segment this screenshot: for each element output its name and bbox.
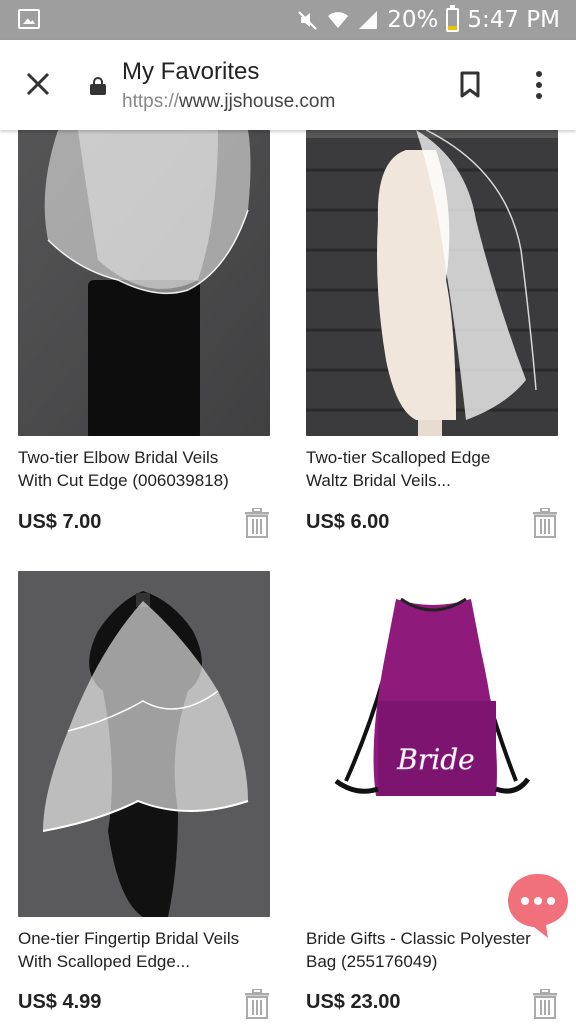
trash-icon[interactable]: [532, 989, 558, 1019]
product-image-two-tier-scalloped-veil[interactable]: [306, 130, 558, 436]
bookmark-icon[interactable]: [459, 71, 481, 98]
mute-icon: [298, 11, 317, 30]
product-price: US$ 4.99: [18, 991, 102, 1013]
battery-icon: [446, 5, 460, 32]
url-host: www.jjshouse.com: [179, 91, 336, 112]
product-name-line2: With Scalloped Edge...: [18, 952, 190, 971]
trash-icon[interactable]: [532, 508, 558, 538]
clock: 5:47 PM: [467, 7, 560, 33]
product-name-line1: Two-tier Scalloped Edge: [306, 448, 491, 467]
product-image-one-tier-fingertip-veil[interactable]: [18, 571, 270, 917]
custom-tab-toolbar: My Favorites https://www.jjshouse.com: [0, 40, 576, 130]
url-scheme: https://: [122, 91, 180, 112]
product-name-line2: With Cut Edge (006039818): [18, 471, 229, 490]
product-name[interactable]: Two-tier Scalloped Edge Waltz Bridal Vei…: [306, 446, 558, 492]
product-image-bride-bag[interactable]: Bride: [306, 571, 558, 917]
product-image-two-tier-elbow-veil[interactable]: [18, 130, 270, 436]
status-bar: 20% 5:47 PM: [0, 0, 576, 40]
product-price: US$ 6.00: [306, 511, 390, 533]
trash-icon[interactable]: [244, 508, 270, 538]
close-button[interactable]: [22, 68, 54, 100]
product-name[interactable]: One-tier Fingertip Bridal Veils With Sca…: [18, 927, 270, 973]
bag-print-bride: Bride: [396, 743, 474, 776]
close-icon: [26, 72, 50, 96]
page-title: My Favorites: [122, 58, 260, 85]
product-name-line1: One-tier Fingertip Bridal Veils: [18, 929, 240, 948]
trash-icon[interactable]: [244, 989, 270, 1019]
battery-percent: 20%: [387, 7, 439, 33]
product-name-line2: Bag (255176049): [306, 952, 438, 971]
product-name-line2: Waltz Bridal Veils...: [306, 471, 451, 490]
more-options-icon[interactable]: [528, 71, 550, 99]
chat-icon[interactable]: [504, 870, 572, 940]
lock-icon: [90, 77, 106, 95]
wifi-icon: [328, 12, 349, 28]
product-name[interactable]: Two-tier Elbow Bridal Veils With Cut Edg…: [18, 446, 270, 492]
signal-icon: [359, 11, 378, 29]
page-url[interactable]: https://www.jjshouse.com: [122, 91, 335, 113]
product-price: US$ 23.00: [306, 991, 401, 1013]
product-price: US$ 7.00: [18, 511, 102, 533]
status-icons: 20% 5:47 PM: [297, 0, 560, 40]
image-icon: [18, 9, 40, 29]
product-name-line1: Two-tier Elbow Bridal Veils: [18, 448, 219, 467]
